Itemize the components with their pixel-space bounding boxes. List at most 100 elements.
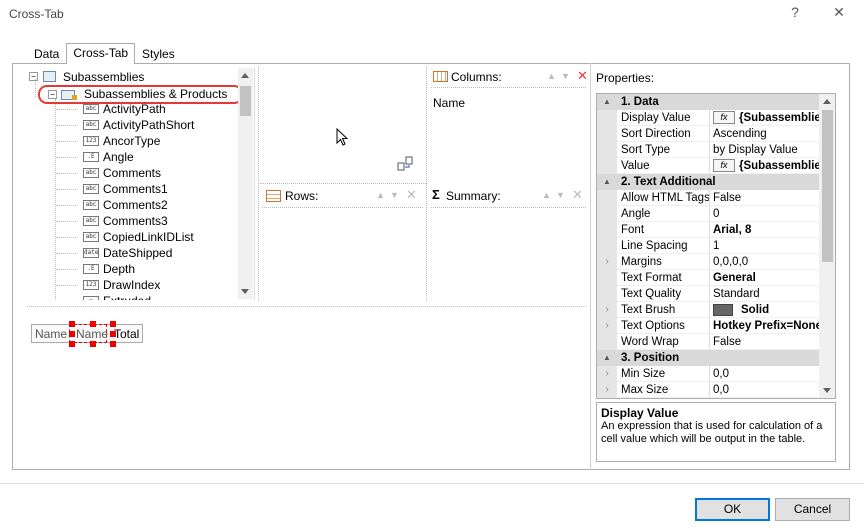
property-value[interactable]: 0,0,0,0 xyxy=(709,254,819,270)
property-value[interactable]: Standard xyxy=(709,286,819,302)
move-down-icon[interactable]: ▼ xyxy=(390,190,399,200)
remove-icon[interactable]: ✕ xyxy=(406,187,417,203)
cancel-button[interactable]: Cancel xyxy=(775,498,850,521)
expand-icon[interactable]: › xyxy=(597,318,617,334)
scroll-up-icon[interactable] xyxy=(241,73,249,78)
property-value[interactable]: 0,0 xyxy=(709,366,819,382)
scroll-up-icon[interactable] xyxy=(823,99,831,104)
selection-handle[interactable] xyxy=(110,341,116,347)
property-row[interactable]: Word Wrap False xyxy=(597,334,819,350)
footer-divider xyxy=(0,483,864,484)
collapse-icon[interactable]: ▲ xyxy=(603,94,611,110)
move-down-icon[interactable]: ▼ xyxy=(561,71,570,81)
property-name: Text Options xyxy=(617,318,709,334)
swap-axes-icon[interactable] xyxy=(397,156,413,175)
preview-cell-row-header[interactable]: Name xyxy=(35,327,67,341)
property-row[interactable]: Value fx {Subassemblie xyxy=(597,158,819,174)
field-type-icon: .E xyxy=(83,264,99,274)
selection-handle[interactable] xyxy=(69,341,75,347)
scroll-down-icon[interactable] xyxy=(823,388,831,393)
expand-icon[interactable]: › xyxy=(597,254,617,270)
collapse-icon[interactable]: ▲ xyxy=(603,174,611,190)
collapse-toggle[interactable]: − xyxy=(48,90,57,99)
close-button[interactable]: ✕ xyxy=(831,4,847,20)
tree-line xyxy=(56,285,76,286)
tab-styles[interactable]: Styles xyxy=(135,44,182,63)
property-scrollbar[interactable] xyxy=(819,94,835,398)
expand-icon[interactable]: › xyxy=(597,366,617,382)
property-row[interactable]: › Max Size 0,0 xyxy=(597,382,819,398)
selection-handle[interactable] xyxy=(69,321,75,327)
tab-data[interactable]: Data xyxy=(27,44,66,63)
property-value[interactable]: Hotkey Prefix=None xyxy=(709,318,819,334)
expand-icon[interactable]: › xyxy=(597,302,617,318)
property-row[interactable]: › Margins 0,0,0,0 xyxy=(597,254,819,270)
ok-button[interactable]: OK xyxy=(695,498,770,521)
expression-icon[interactable]: fx xyxy=(713,159,735,173)
preview-cell-column-header[interactable]: Name xyxy=(76,327,108,341)
selection-handle[interactable] xyxy=(110,331,116,337)
property-value[interactable]: 0,0 xyxy=(709,382,819,398)
field-label: Comments xyxy=(103,166,162,180)
move-up-icon[interactable]: ▲ xyxy=(547,71,556,81)
property-category[interactable]: ▲ 3. Position xyxy=(597,350,819,366)
property-row[interactable]: Text Format General xyxy=(597,270,819,286)
property-value[interactable]: Ascending xyxy=(709,126,819,142)
pane-divider xyxy=(426,67,427,300)
property-value[interactable]: False xyxy=(709,190,819,206)
property-value[interactable]: 0 xyxy=(709,206,819,222)
key-icon xyxy=(72,95,77,100)
collapse-toggle[interactable]: − xyxy=(29,72,38,81)
selection-handle[interactable] xyxy=(110,321,116,327)
property-value[interactable]: fx {Subassemblie xyxy=(709,158,819,174)
columns-icon xyxy=(433,71,448,82)
property-row[interactable]: Display Value fx {Subassemblie xyxy=(597,110,819,126)
properties-label: Properties: xyxy=(596,71,655,85)
scroll-thumb[interactable] xyxy=(240,86,251,116)
property-value[interactable]: Arial, 8 xyxy=(709,222,819,238)
expand-icon[interactable]: › xyxy=(597,382,617,398)
move-up-icon[interactable]: ▲ xyxy=(542,190,551,200)
preview-cell-total[interactable]: Total xyxy=(114,327,139,341)
property-row[interactable]: Text Quality Standard xyxy=(597,286,819,302)
tree-line xyxy=(56,125,76,126)
collapse-icon[interactable]: ▲ xyxy=(603,350,611,366)
selection-handle[interactable] xyxy=(90,341,96,347)
scroll-thumb[interactable] xyxy=(822,110,833,262)
property-row[interactable]: Sort Type by Display Value xyxy=(597,142,819,158)
property-category[interactable]: ▲ 1. Data xyxy=(597,94,819,110)
property-row[interactable]: Line Spacing 1 xyxy=(597,238,819,254)
expression-icon[interactable]: fx xyxy=(713,111,735,125)
scroll-down-icon[interactable] xyxy=(241,289,249,294)
remove-icon[interactable]: ✕ xyxy=(577,68,588,84)
property-row[interactable]: › Min Size 0,0 xyxy=(597,366,819,382)
property-value[interactable]: Solid xyxy=(709,302,819,318)
property-row[interactable]: › Text Brush Solid xyxy=(597,302,819,318)
property-row[interactable]: Font Arial, 8 xyxy=(597,222,819,238)
remove-icon[interactable]: ✕ xyxy=(572,187,583,203)
tab-cross-tab[interactable]: Cross-Tab xyxy=(66,43,136,64)
crosstab-preview[interactable]: Name Name Total xyxy=(31,324,143,343)
property-row[interactable]: › Text Options Hotkey Prefix=None xyxy=(597,318,819,334)
property-row[interactable]: Sort Direction Ascending xyxy=(597,126,819,142)
property-grid[interactable]: ▲ 1. Data Display Value fx {Subassemblie Sort… xyxy=(596,93,836,399)
move-up-icon[interactable]: ▲ xyxy=(376,190,385,200)
property-value[interactable]: False xyxy=(709,334,819,350)
tree-scrollbar[interactable] xyxy=(238,68,253,299)
category-label: 1. Data xyxy=(621,96,659,108)
property-category[interactable]: ▲ 2. Text Additional xyxy=(597,174,819,190)
help-button[interactable]: ? xyxy=(787,4,803,20)
move-down-icon[interactable]: ▼ xyxy=(556,190,565,200)
property-value[interactable]: General xyxy=(709,270,819,286)
property-row[interactable]: Allow HTML Tags False xyxy=(597,190,819,206)
selection-handle[interactable] xyxy=(90,321,96,327)
property-value[interactable]: 1 xyxy=(709,238,819,254)
property-row[interactable]: Angle 0 xyxy=(597,206,819,222)
data-tree[interactable]: − Subassemblies − Subassemblies & Produc… xyxy=(27,67,255,300)
property-value[interactable]: fx {Subassemblie xyxy=(709,110,819,126)
property-value[interactable]: by Display Value xyxy=(709,142,819,158)
pane-divider xyxy=(258,67,259,300)
field-type-icon: .E xyxy=(83,152,99,162)
selection-handle[interactable] xyxy=(69,331,75,337)
column-field-item[interactable]: Name xyxy=(433,96,465,110)
